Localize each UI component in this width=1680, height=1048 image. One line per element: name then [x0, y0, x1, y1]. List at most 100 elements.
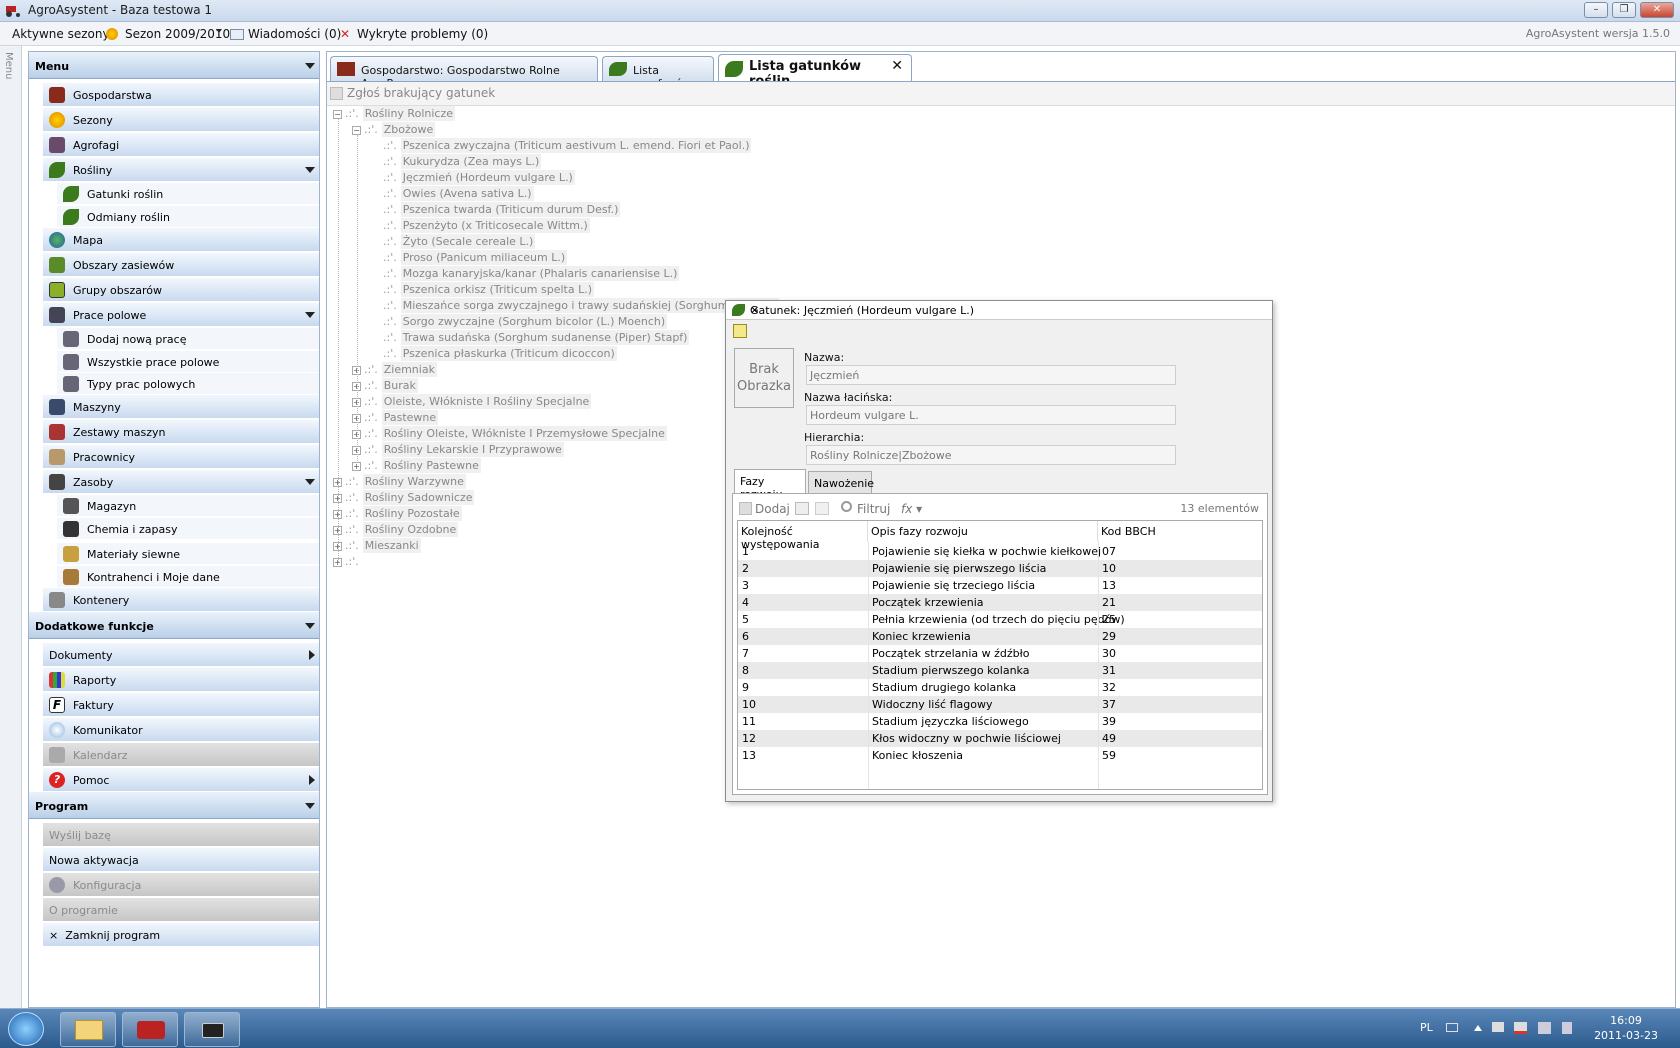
tree-node-group[interactable]: + .:'. Mieszanki [333, 538, 421, 553]
table-row[interactable]: 12 Kłos widoczny w pochwie liściowej 49 [738, 730, 1262, 747]
sidebar-item-pracownicy[interactable]: Pracownicy [43, 445, 319, 469]
tree-node-species[interactable]: .:'. Jęczmień (Hordeum vulgare L.) [371, 170, 575, 185]
tree-node-category[interactable]: + .:'. Pastewne [352, 410, 439, 425]
sidebar-item-kontrahenci[interactable]: Kontrahenci i Moje dane [57, 566, 319, 588]
tab-agrofagi[interactable]: Lista agrofagów [602, 56, 714, 90]
sidebar-item-raporty[interactable]: Raporty [43, 668, 319, 692]
action-center-icon[interactable] [1514, 1022, 1527, 1034]
table-row[interactable]: 8 Stadium pierwszego kolanka 31 [738, 662, 1262, 679]
tree-node-group[interactable]: + .:'. Rośliny Sadownicze [333, 490, 475, 505]
sidebar-item-maszyny[interactable]: Maszyny [43, 395, 319, 419]
sidebar-item-zasoby[interactable]: Zasoby [43, 470, 319, 494]
tree-node-group[interactable]: + .:'. Rośliny Ozdobne [333, 522, 459, 537]
tree-node-category[interactable]: + .:'. Oleiste, Włókniste I Rośliny Specja… [352, 394, 592, 409]
tree-node-category[interactable]: + .:'. Rośliny Pastewne [352, 458, 481, 473]
remove-icon[interactable] [815, 502, 829, 515]
column-header[interactable]: Kod BBCH [1098, 521, 1262, 541]
clock[interactable]: 16:09 2011-03-23 [1594, 1013, 1658, 1043]
sidebar-item-chemia[interactable]: Chemia i zapasy [57, 518, 319, 540]
tree-node-category[interactable]: + .:'. Ziemniak [352, 362, 437, 377]
season-dropdown[interactable]: Sezon 2009/2010 [125, 27, 230, 41]
collapse-icon[interactable]: − [352, 125, 361, 135]
filter-button[interactable]: Filtruj [857, 502, 890, 516]
taskbar-explorer[interactable] [60, 1012, 116, 1047]
tree-node-group[interactable]: + .:'. Rośliny Warzywne [333, 474, 466, 489]
table-row[interactable]: 3 Pojawienie się trzeciego liścia 13 [738, 577, 1262, 594]
menu-collapse-strip[interactable]: Menu [0, 46, 22, 1008]
sidebar-item-gatunki[interactable]: Gatunki roślin [57, 183, 319, 205]
sidebar-item-mapa[interactable]: Mapa [43, 228, 319, 252]
tree-node-species[interactable]: .:'. Proso (Panicum miliaceum L.) [371, 250, 568, 265]
table-row[interactable]: 4 Początek krzewienia 21 [738, 594, 1262, 611]
sidebar-item-agrofagi[interactable]: Agrofagi [43, 133, 319, 157]
tab-nawozenie[interactable]: Nawożenie [808, 471, 874, 493]
tree-node-species[interactable]: .:'. Pszenica twarda (Triticum durum Desf… [371, 202, 621, 217]
sidebar-item-odmiany[interactable]: Odmiany roślin [57, 206, 319, 228]
sidebar-item-grupy[interactable]: Grupy obszarów [43, 278, 319, 302]
tab-close-icon[interactable]: ✕ [891, 58, 903, 74]
sidebar-item-komunikator[interactable]: Komunikator [43, 718, 319, 742]
tree-node-species[interactable]: .:'. Kukurydza (Zea mays L.) [371, 154, 542, 169]
chevron-up-icon[interactable] [1474, 1025, 1482, 1031]
tree-node-species[interactable]: .:'. Sorgo zwyczajne (Sorghum bicolor (L.… [371, 314, 668, 329]
sidebar-item-faktury[interactable]: F Faktury [43, 693, 319, 717]
tree-node-species[interactable]: .:'. Trawa sudańska (Sorghum sudanense (P… [371, 330, 690, 345]
latin-name-field[interactable]: Hordeum vulgare L. [806, 405, 1176, 425]
tree-node-species[interactable]: .:'. Pszenżyto (x Triticosecale Wittm.) [371, 218, 590, 233]
sidebar-item-gospodarstwa[interactable]: Gospodarstwa [43, 83, 319, 107]
table-row[interactable]: 11 Stadium języczka liściowego 39 [738, 713, 1262, 730]
table-row[interactable]: 1 Pojawienie się kiełka w pochwie kiełkow… [738, 543, 1262, 560]
tree-node-rosliny-rolnicze[interactable]: − .:'. Rośliny Rolnicze [333, 106, 455, 121]
program-section-header[interactable]: Program [29, 792, 319, 819]
start-orb-icon[interactable] [8, 1012, 44, 1046]
name-field[interactable]: Jęczmień [806, 365, 1176, 385]
camera-tray-icon[interactable] [1492, 1022, 1504, 1032]
report-missing-species-button[interactable]: Zgłoś brakujący gatunek [347, 86, 495, 100]
dialog-close-button[interactable]: ✕ [750, 304, 1264, 317]
tab-fazy-rozwoju[interactable]: Fazy rozwoju [734, 469, 806, 501]
sidebar-item-materialy[interactable]: Materiały siewne [57, 543, 319, 565]
tree-node-category[interactable]: + .:'. Rośliny Lekarskie I Przyprawowe [352, 442, 564, 457]
taskbar-agroasystent[interactable] [122, 1012, 178, 1047]
table-row[interactable]: 13 Koniec kłoszenia 59 [738, 747, 1262, 764]
table-row[interactable]: 5 Pełnia krzewienia (od trzech do pięciu … [738, 611, 1262, 628]
collapse-icon[interactable]: − [333, 109, 342, 119]
sidebar-item-rosliny[interactable]: Rośliny [43, 158, 319, 182]
tree-node-species[interactable]: .:'. Żyto (Secale cereale L.) [371, 234, 536, 249]
tree-node-zbozowe[interactable]: − .:'. Zbożowe [352, 122, 436, 137]
keyboard-icon[interactable] [1446, 1023, 1458, 1032]
extra-section-header[interactable]: Dodatkowe funkcje [29, 612, 319, 639]
sidebar-item-obszary[interactable]: Obszary zasiewów [43, 253, 319, 277]
table-row[interactable]: 2 Pojawienie się pierwszego liścia 10 [738, 560, 1262, 577]
messages-button[interactable]: Wiadomości (0) [248, 27, 341, 41]
hierarchy-field[interactable]: Rośliny Rolnicze|Zbożowe [806, 445, 1176, 465]
tree-node-species[interactable]: .:'. Mieszańce sorga zwyczajnego i trawy … [371, 298, 779, 313]
tree-node-group[interactable]: + .:'. Rośliny Pozostałe [333, 506, 462, 521]
network-icon[interactable] [1538, 1022, 1551, 1034]
tree-node-category[interactable]: + .:'. Rośliny Oleiste, Włókniste I Przemy… [352, 426, 667, 441]
tree-node-species[interactable]: .:'. Owies (Avena sativa L.) [371, 186, 534, 201]
table-row[interactable]: 9 Stadium drugiego kolanka 32 [738, 679, 1262, 696]
problems-button[interactable]: Wykryte problemy (0) [357, 27, 488, 41]
sidebar-item-dokumenty[interactable]: Dokumenty [43, 643, 319, 667]
tree-node-category[interactable]: + .:'. Burak [352, 378, 418, 393]
sidebar-item-aktywacja[interactable]: Nowa aktywacja [43, 848, 319, 872]
maximize-button[interactable]: ❐ [1612, 2, 1636, 18]
sidebar-item-sezony[interactable]: Sezony [43, 108, 319, 132]
sidebar-item-dodaj-prace[interactable]: Dodaj nową pracę [57, 328, 319, 350]
tab-gospodarstwo[interactable]: Gospodarstwo: Gospodarstwo Rolne AgroPow… [330, 56, 598, 90]
sidebar-item-wszystkie-prace[interactable]: Wszystkie prace polowe [57, 351, 319, 373]
taskbar-camera[interactable] [184, 1012, 240, 1047]
sidebar-item-magazyn[interactable]: Magazyn [57, 495, 319, 517]
lock-icon[interactable] [733, 324, 747, 338]
fx-button[interactable]: fx ▾ [901, 502, 922, 516]
sidebar-item-zamknij[interactable]: × Zamknij program [43, 923, 319, 947]
language-indicator[interactable]: PL [1420, 1021, 1433, 1034]
chevron-down-icon[interactable] [216, 29, 222, 33]
tree-node-species[interactable]: .:'. Pszenica zwyczajna (Triticum aestivu… [371, 138, 752, 153]
tree-node-species[interactable]: .:'. Pszenica orkisz (Triticum spelta L.) [371, 282, 595, 297]
tree-node-species[interactable]: .:'. Mozga kanaryjska/kanar (Phalaris can… [371, 266, 680, 281]
columns-icon[interactable] [795, 502, 809, 515]
close-button[interactable]: ✕ [1640, 2, 1674, 18]
volume-icon[interactable] [1562, 1022, 1572, 1034]
